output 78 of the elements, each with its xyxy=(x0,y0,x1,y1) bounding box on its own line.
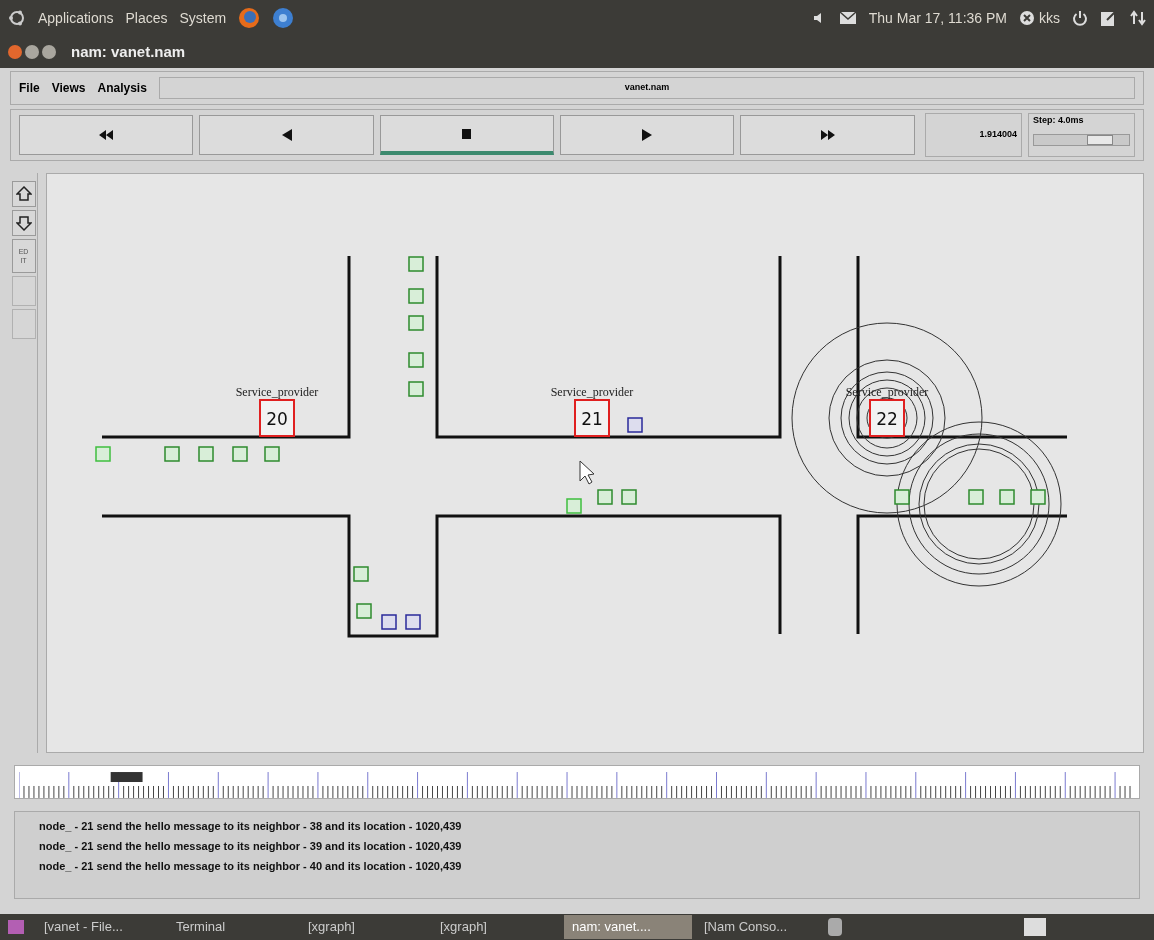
maximize-icon[interactable] xyxy=(42,45,56,59)
stop-button[interactable] xyxy=(379,115,555,155)
timeline[interactable] xyxy=(14,765,1140,799)
panel-menu[interactable]: Places xyxy=(125,7,168,29)
taskbar-item[interactable]: [vanet - File... xyxy=(36,915,164,939)
play-button[interactable] xyxy=(560,115,735,155)
zoom-in-button[interactable] xyxy=(11,181,36,207)
power-icon[interactable] xyxy=(1072,10,1088,26)
trash-icon[interactable] xyxy=(828,918,842,936)
vehicle-node xyxy=(95,446,111,462)
user-status-icon xyxy=(1019,10,1035,26)
vehicle-node xyxy=(999,489,1015,505)
clock[interactable]: Thu Mar 17, 11:36 PM xyxy=(868,7,1007,29)
zoom-out-button[interactable] xyxy=(11,210,36,236)
file-name-field: vanet.nam xyxy=(158,77,1135,99)
vehicle-node xyxy=(353,566,369,582)
menu-item[interactable]: File xyxy=(19,79,40,97)
taskbar-item[interactable]: [xgraph] xyxy=(300,915,428,939)
vehicle-node xyxy=(894,489,910,505)
help-icon[interactable] xyxy=(272,7,295,29)
taskbar-item[interactable]: nam: vanet.... xyxy=(564,915,692,939)
vehicle-node xyxy=(627,417,643,433)
vehicle-node xyxy=(566,498,582,514)
node-number: 21 xyxy=(581,409,603,429)
vehicle-node xyxy=(968,489,984,505)
provider-node xyxy=(574,399,610,437)
log-line: node_ - 21 send the hello message to its neighbor - 39 and its location - 1020,439 xyxy=(39,839,463,854)
step-label: Step: 4.0ms xyxy=(1032,114,1085,127)
vehicle-node xyxy=(356,603,372,619)
vehicle-node xyxy=(405,614,421,630)
vehicle-node xyxy=(232,446,248,462)
stop-icon xyxy=(462,128,472,139)
rewind-button[interactable] xyxy=(19,115,194,155)
taskbar-item[interactable]: [xgraph] xyxy=(432,915,560,939)
vehicle-node xyxy=(264,446,280,462)
vehicle-node xyxy=(381,614,397,630)
play-icon xyxy=(642,129,653,141)
vehicle-node xyxy=(597,489,613,505)
vehicle-node xyxy=(621,489,637,505)
panel-menu[interactable]: Applications xyxy=(38,7,114,29)
vehicle-node xyxy=(408,381,424,397)
fast-forward-icon xyxy=(820,130,835,140)
browser-icon[interactable] xyxy=(238,7,261,29)
node-label: Service_provider xyxy=(550,385,634,399)
window-title: nam: vanet.nam xyxy=(71,41,186,62)
close-icon[interactable] xyxy=(8,45,22,59)
menu-item[interactable]: Views xyxy=(51,79,86,97)
node-number: 22 xyxy=(876,409,898,429)
minimize-icon[interactable] xyxy=(25,45,39,59)
taskbar-item[interactable]: [Nam Conso... xyxy=(696,915,824,939)
node-number: 20 xyxy=(266,409,288,429)
ubuntu-logo-icon xyxy=(8,9,26,27)
forward-button[interactable] xyxy=(740,115,915,155)
taskbar-item[interactable]: Terminal xyxy=(168,915,296,939)
menu-item[interactable]: Analysis xyxy=(97,79,147,97)
vehicle-node xyxy=(164,446,180,462)
vehicle-node xyxy=(198,446,214,462)
timeline-marker[interactable] xyxy=(110,772,143,782)
vehicle-node xyxy=(408,256,424,272)
back-button[interactable] xyxy=(199,115,374,155)
vehicle-node xyxy=(408,315,424,331)
log-line: node_ - 21 send the hello message to its neighbor - 38 and its location - 1020,439 xyxy=(39,819,463,834)
time-display: 1.914004 xyxy=(924,113,1022,157)
mail-icon[interactable] xyxy=(838,11,857,25)
vehicle-node xyxy=(1030,489,1046,505)
cursor-icon xyxy=(579,460,595,485)
provider-node xyxy=(869,399,905,437)
vehicle-node xyxy=(408,288,424,304)
panel-menu[interactable]: System xyxy=(179,7,227,29)
step-slider[interactable] xyxy=(1032,133,1130,146)
vehicle-node xyxy=(408,352,424,368)
rewind-icon xyxy=(99,130,114,140)
network-icon[interactable] xyxy=(1130,10,1146,26)
user-name[interactable]: kks xyxy=(1039,7,1060,29)
node-label: Service_provider xyxy=(235,385,319,399)
back-icon xyxy=(281,129,292,141)
provider-node xyxy=(259,399,295,437)
log-line: node_ - 21 send the hello message to its neighbor - 40 and its location - 1020,439 xyxy=(39,859,463,874)
